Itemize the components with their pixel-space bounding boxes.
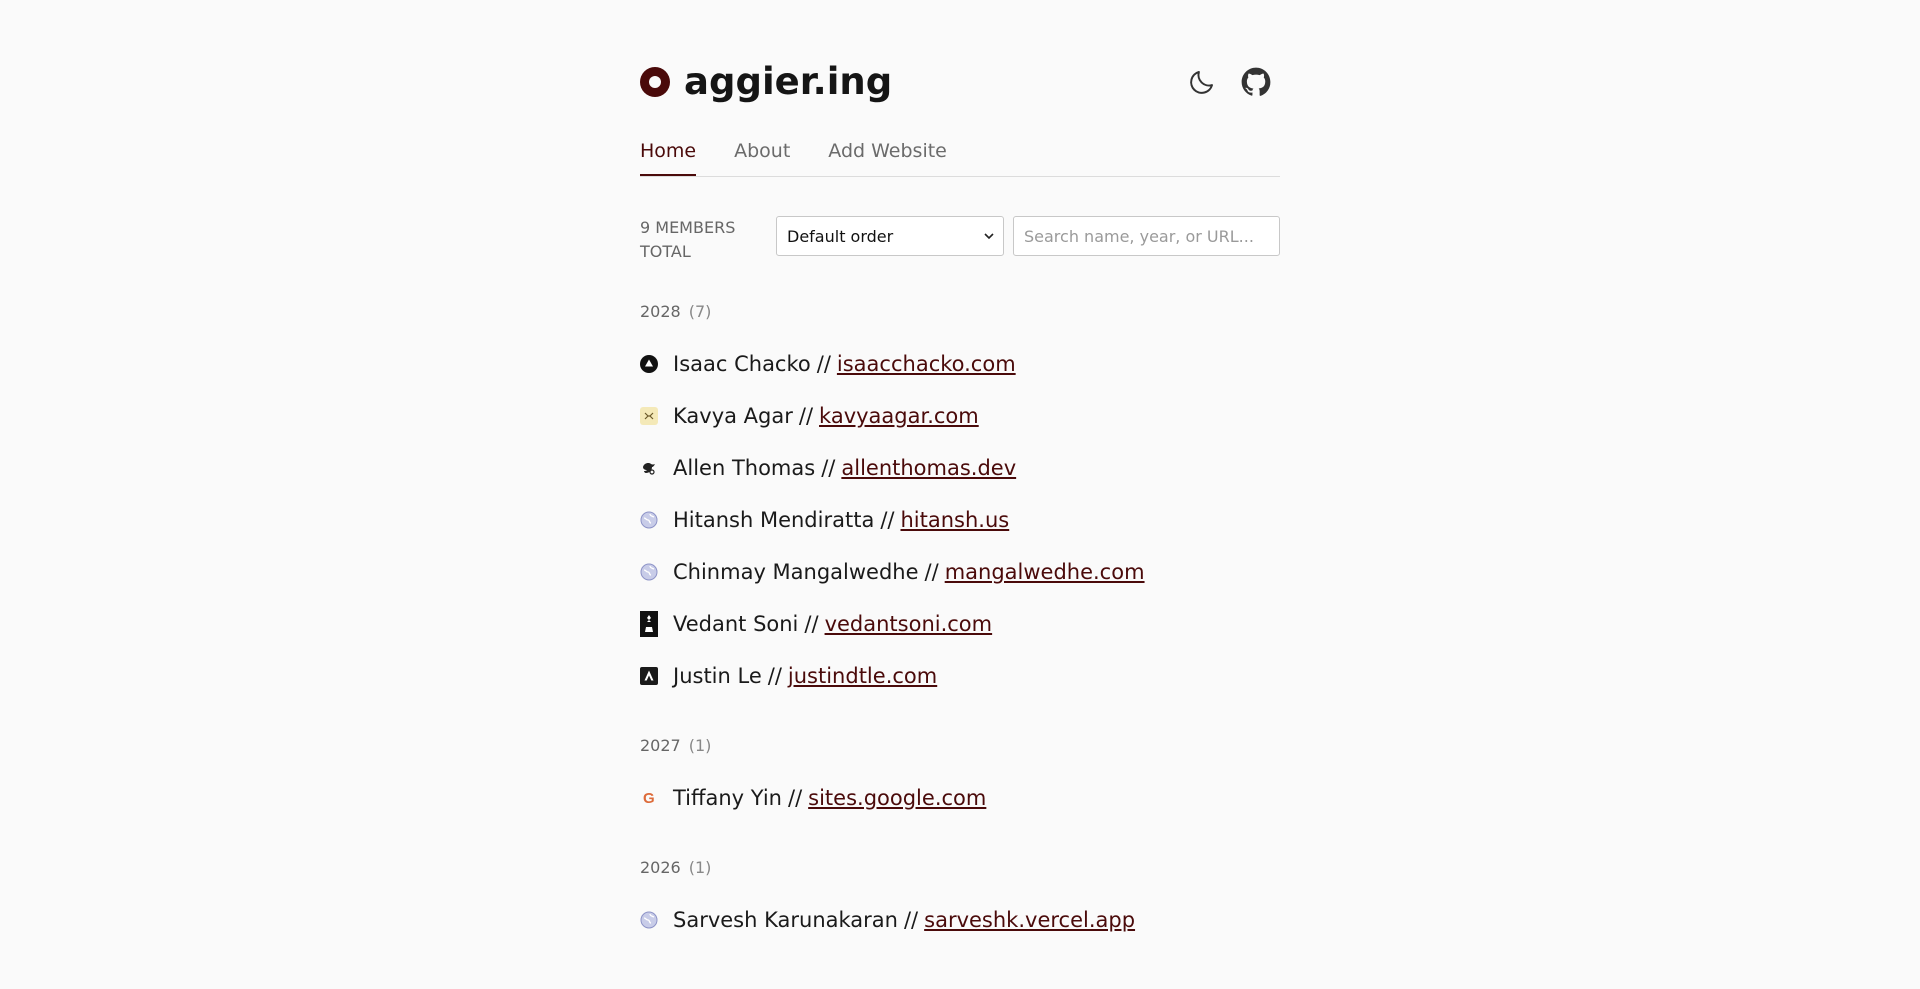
member-name: Justin Le [673, 664, 762, 688]
site-title[interactable]: aggier.ing [684, 60, 892, 103]
separator: // [821, 456, 836, 480]
separator: // [767, 664, 782, 688]
nav-tabs: Home About Add Website [640, 138, 1280, 177]
svg-text:G: G [643, 790, 655, 807]
separator: // [804, 612, 819, 636]
year-count: (1) [688, 858, 712, 877]
tab-add-website[interactable]: Add Website [828, 138, 947, 174]
separator: // [903, 908, 919, 932]
member-website-link[interactable]: justindtle.com [788, 664, 937, 688]
globe-icon [640, 511, 658, 529]
list-item: Vedant Soni//vedantsoni.com [640, 598, 1280, 650]
separator: // [788, 786, 803, 810]
member-name: Hitansh Mendiratta [673, 508, 875, 532]
page-container: aggier.ing Home About Add Website 9 MEMB… [640, 0, 1280, 932]
year-count: (7) [688, 302, 712, 321]
google-icon: G [640, 789, 658, 807]
triangle-circle-icon [640, 355, 658, 373]
github-icon[interactable] [1240, 66, 1272, 98]
year-count: (1) [688, 736, 712, 755]
member-name: Kavya Agar [673, 404, 793, 428]
year-group-2026: 2026 (1) Sarvesh Karunakaran//sarveshk.ver… [640, 856, 1280, 946]
logo-icon [640, 66, 670, 97]
member-name: Isaac Chacko [673, 352, 811, 376]
bird-icon [640, 459, 658, 477]
year-group-2027: 2027 (1) G Tiffany Yin//sites.google.com [640, 734, 1280, 824]
member-name: Vedant Soni [673, 612, 799, 636]
member-website-link[interactable]: hitansh.us [900, 508, 1009, 532]
list-item: Kavya Agar//kavyaagar.com [640, 390, 1280, 442]
member-groups: 2028 (7) Isaac Chacko//isaacchacko.com Kavy… [640, 300, 1280, 946]
list-item: Chinmay Mangalwedhe//mangalwedhe.com [640, 546, 1280, 598]
year-group-2028: 2028 (7) Isaac Chacko//isaacchacko.com Kavy… [640, 300, 1280, 702]
separator: // [816, 352, 831, 376]
member-website-link[interactable]: sites.google.com [808, 786, 986, 810]
sort-select[interactable]: Default order [776, 216, 1004, 256]
year-label: 2028 [640, 302, 681, 321]
list-item: Isaac Chacko//isaacchacko.com [640, 338, 1280, 390]
member-website-link[interactable]: sarveshk.vercel.app [924, 908, 1135, 932]
sort-select-value: Default order [787, 226, 894, 246]
globe-icon [640, 563, 658, 581]
member-name: Allen Thomas [673, 456, 816, 480]
member-website-link[interactable]: allenthomas.dev [841, 456, 1016, 480]
member-website-link[interactable]: isaacchacko.com [837, 352, 1016, 376]
year-heading: 2028 (7) [640, 300, 1280, 324]
member-name: Tiffany Yin [673, 786, 782, 810]
globe-icon [640, 911, 658, 929]
list-item: Justin Le//justindtle.com [640, 650, 1280, 702]
controls-bar: 9 MEMBERS TOTAL Default order [640, 216, 1280, 262]
chevron-down-icon [983, 227, 995, 246]
member-website-link[interactable]: kavyaagar.com [819, 404, 979, 428]
separator: // [880, 508, 895, 532]
separator: // [924, 560, 939, 584]
year-label: 2026 [640, 858, 681, 877]
site-header: aggier.ing Home About Add Website [640, 0, 1280, 177]
members-total: 9 MEMBERS TOTAL [640, 218, 736, 261]
separator: // [798, 404, 814, 428]
year-heading: 2027 (1) [640, 734, 1280, 758]
list-item: Allen Thomas//allenthomas.dev [640, 442, 1280, 494]
header-actions [1186, 66, 1272, 98]
list-item: Sarvesh Karunakaran//sarveshk.vercel.app [640, 894, 1280, 946]
kavya-logo-icon [640, 407, 658, 425]
tab-about[interactable]: About [734, 138, 790, 174]
search-input[interactable] [1013, 216, 1280, 256]
member-name: Chinmay Mangalwedhe [673, 560, 919, 584]
tab-home[interactable]: Home [640, 138, 697, 176]
brand[interactable]: aggier.ing [640, 60, 892, 103]
year-label: 2027 [640, 736, 681, 755]
letter-a-icon [640, 667, 658, 685]
moon-icon[interactable] [1186, 66, 1218, 98]
list-item: G Tiffany Yin//sites.google.com [640, 772, 1280, 824]
year-heading: 2026 (1) [640, 856, 1280, 880]
list-item: Hitansh Mendiratta//hitansh.us [640, 494, 1280, 546]
member-website-link[interactable]: vedantsoni.com [825, 612, 993, 636]
member-website-link[interactable]: mangalwedhe.com [945, 560, 1145, 584]
chess-piece-icon [640, 611, 658, 637]
member-name: Sarvesh Karunakaran [673, 908, 898, 932]
